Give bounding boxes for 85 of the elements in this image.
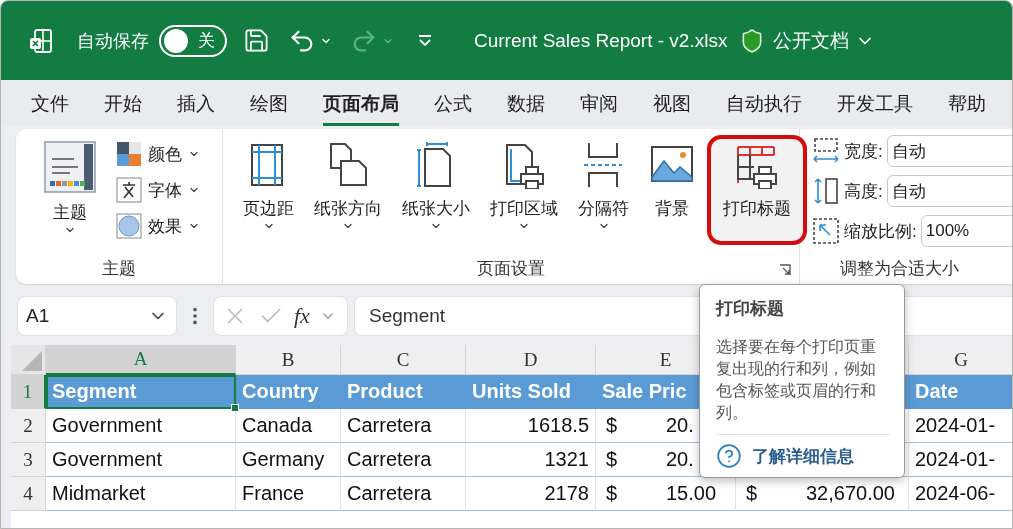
ribbon-button[interactable]: 页边距 bbox=[233, 135, 304, 245]
ribbon-tab[interactable]: 页面布局 bbox=[323, 84, 399, 126]
table-cell: Carretera bbox=[341, 409, 466, 443]
header-cell: Country bbox=[236, 375, 341, 409]
sensitivity-button[interactable]: 公开文档 bbox=[773, 27, 876, 54]
ribbon-tab[interactable]: 自动执行 bbox=[726, 84, 802, 126]
scale-field[interactable]: 自动 bbox=[886, 135, 1012, 167]
table-cell: Midmarket bbox=[46, 477, 236, 511]
header-cell: Date bbox=[909, 375, 1012, 409]
column-header[interactable]: G bbox=[909, 345, 1012, 375]
table-cell: Carretera bbox=[341, 443, 466, 477]
ribbon-tab[interactable]: 插入 bbox=[177, 84, 215, 126]
table-cell: Government bbox=[46, 443, 236, 477]
ribbon-button[interactable]: 背景 bbox=[639, 135, 705, 245]
ribbon-tab[interactable]: 公式 bbox=[434, 84, 472, 126]
scale-label: 高度: bbox=[844, 180, 883, 203]
table-cell: France bbox=[236, 477, 341, 511]
ribbon-button[interactable]: 纸张方向 bbox=[304, 135, 392, 245]
header-cell: Segment bbox=[46, 375, 236, 409]
table-cell: 2178 bbox=[466, 477, 596, 511]
ribbon-tab[interactable]: 帮助 bbox=[948, 84, 986, 126]
table-cell: 1321 bbox=[466, 443, 596, 477]
cell-value: 32,670.00 bbox=[806, 482, 895, 505]
scale-label: 宽度: bbox=[844, 140, 883, 163]
ribbon-tab[interactable]: 数据 bbox=[507, 84, 545, 126]
column-header[interactable]: D bbox=[466, 345, 596, 375]
learn-more-link[interactable]: 了解详细信息 bbox=[716, 443, 890, 469]
scale-label: 缩放比例: bbox=[844, 220, 917, 243]
theme-option-button[interactable]: 颜色 bbox=[116, 141, 200, 167]
scale-field[interactable]: 100% bbox=[920, 215, 1012, 247]
ribbon-button[interactable]: 分隔符 bbox=[568, 135, 639, 245]
customize-toolbar-icon[interactable] bbox=[418, 34, 432, 47]
scale-icon bbox=[812, 217, 840, 245]
dialog-launcher-icon[interactable] bbox=[779, 264, 791, 276]
row-header[interactable]: 4 bbox=[11, 477, 46, 511]
scale-field[interactable]: 自动 bbox=[886, 175, 1012, 207]
column-header[interactable]: C bbox=[341, 345, 466, 375]
table-cell: Canada bbox=[236, 409, 341, 443]
theme-option-button[interactable]: 效果 bbox=[116, 213, 200, 239]
spreadsheet-logo-icon[interactable] bbox=[29, 27, 53, 54]
scale-icon bbox=[812, 177, 840, 205]
currency-symbol: $ bbox=[606, 448, 619, 471]
table-cell: Germany bbox=[236, 443, 341, 477]
table-cell: Carretera bbox=[341, 477, 466, 511]
row-header[interactable]: 3 bbox=[11, 443, 46, 477]
theme-option-button[interactable]: 字体 bbox=[116, 177, 200, 203]
color-swatch-icon bbox=[116, 141, 142, 167]
insert-function-button[interactable]: fx bbox=[294, 303, 310, 329]
cell-value: 15.00 bbox=[666, 482, 717, 505]
table-cell: Government bbox=[46, 409, 236, 443]
help-icon bbox=[716, 443, 742, 469]
font-icon bbox=[116, 177, 142, 203]
fill-handle[interactable] bbox=[231, 404, 239, 412]
scale-icon bbox=[812, 137, 840, 165]
ribbon-button[interactable]: 打印区域 bbox=[480, 135, 568, 245]
ribbon-tab[interactable]: 开发工具 bbox=[837, 84, 913, 126]
save-icon[interactable] bbox=[243, 27, 270, 54]
effects-icon bbox=[116, 213, 142, 239]
column-header[interactable]: B bbox=[236, 345, 341, 375]
ribbon-tab[interactable]: 文件 bbox=[31, 84, 69, 126]
table-cell: 1618.5 bbox=[466, 409, 596, 443]
ribbon-tab[interactable]: 开始 bbox=[104, 84, 142, 126]
currency-symbol: $ bbox=[746, 482, 759, 505]
ribbon-button[interactable]: 纸张大小 bbox=[392, 135, 480, 245]
ribbon-tab[interactable]: 视图 bbox=[653, 84, 691, 126]
currency-symbol: $ bbox=[606, 482, 619, 505]
group-label: 主题 bbox=[102, 257, 136, 280]
autosave-toggle[interactable]: 关 bbox=[159, 24, 227, 57]
ribbon-button[interactable]: 打印标题 bbox=[707, 135, 807, 245]
cell-value: 20. bbox=[666, 448, 694, 471]
group-label: 页面设置 bbox=[477, 257, 545, 280]
group-label: 调整为合适大小 bbox=[840, 257, 959, 280]
header-cell: Units Sold bbox=[466, 375, 596, 409]
header-cell: Product bbox=[341, 375, 466, 409]
name-box[interactable]: A1 bbox=[18, 297, 176, 335]
file-title: Current Sales Report - v2.xlsx bbox=[474, 29, 728, 52]
tooltip-title: 打印标题 bbox=[716, 298, 785, 320]
row-header[interactable]: 2 bbox=[11, 409, 46, 443]
ribbon-tab[interactable]: 审阅 bbox=[580, 84, 618, 126]
ribbon-tab[interactable]: 绘图 bbox=[250, 84, 288, 126]
themes-button[interactable]: 主题 bbox=[34, 135, 106, 245]
autosave-label: 自动保存 bbox=[77, 29, 149, 53]
currency-symbol: $ bbox=[606, 414, 619, 437]
cell-value: 20. bbox=[666, 414, 694, 437]
theme-page-icon bbox=[44, 141, 96, 193]
